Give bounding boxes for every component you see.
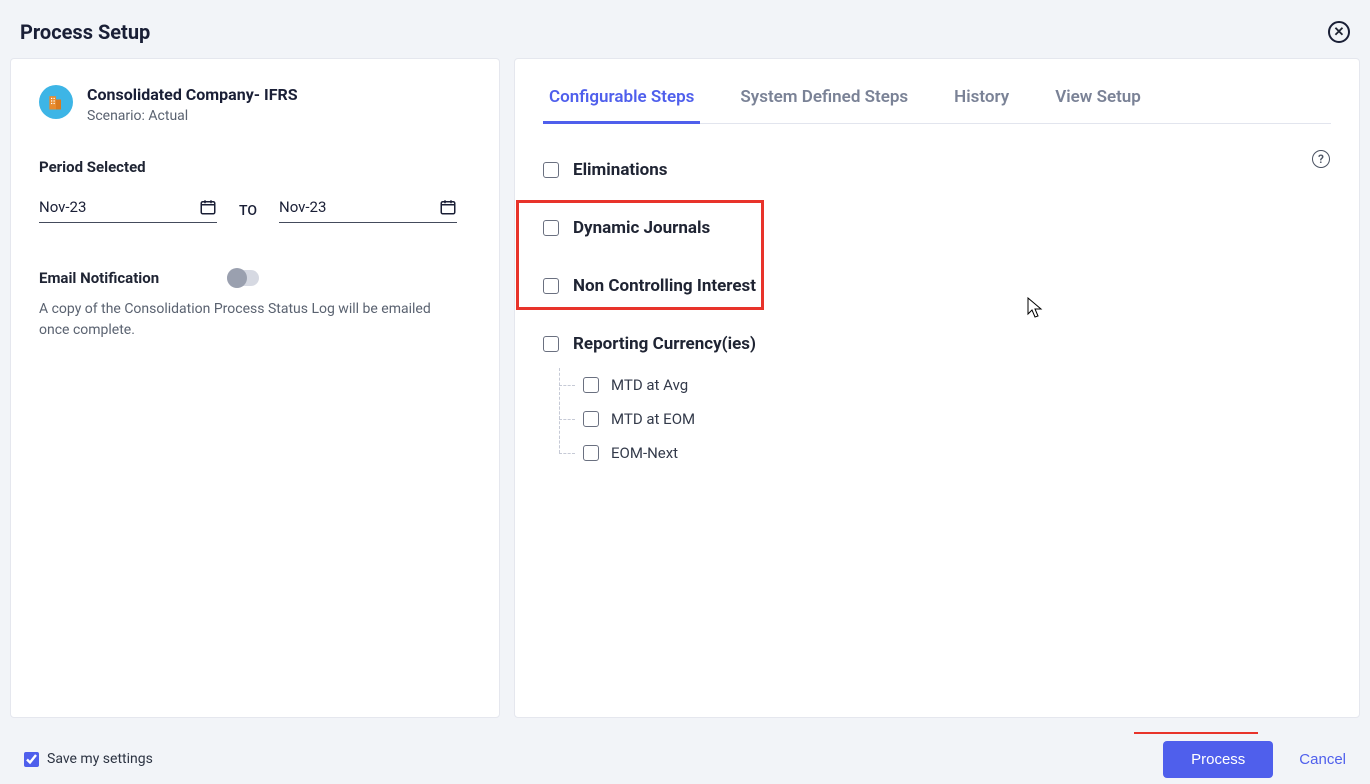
configurable-steps-list: Eliminations Dynamic Journals Non Contro…: [543, 150, 1331, 470]
checkbox-mtd-eom[interactable]: [583, 411, 599, 427]
close-button[interactable]: ✕: [1328, 21, 1350, 43]
step-reporting-currencies: Reporting Currency(ies): [543, 324, 1331, 364]
email-notification-desc: A copy of the Consolidation Process Stat…: [39, 299, 459, 341]
substep-mtd-eom: MTD at EOM: [543, 402, 1331, 436]
period-from-field[interactable]: Nov-23: [39, 198, 217, 223]
save-settings-row[interactable]: Save my settings: [24, 751, 153, 767]
calendar-icon: [199, 198, 217, 216]
company-name: Consolidated Company- IFRS: [87, 85, 298, 104]
step-label: Dynamic Journals: [573, 218, 710, 238]
tab-history[interactable]: History: [948, 81, 1015, 124]
cancel-button[interactable]: Cancel: [1299, 751, 1346, 768]
step-label: Reporting Currency(ies): [573, 334, 756, 354]
email-notification-toggle[interactable]: [227, 270, 259, 286]
period-label: Period Selected: [39, 158, 471, 176]
substep-label: MTD at EOM: [611, 410, 695, 428]
process-button[interactable]: Process: [1163, 741, 1273, 778]
save-settings-label: Save my settings: [47, 751, 153, 767]
step-nci: Non Controlling Interest: [543, 266, 1331, 306]
company-icon: [39, 85, 73, 119]
save-settings-checkbox[interactable]: [24, 752, 39, 767]
close-icon: ✕: [1334, 26, 1345, 39]
tab-configurable-steps[interactable]: Configurable Steps: [543, 81, 700, 124]
substep-label: EOM-Next: [611, 444, 678, 462]
period-to-field[interactable]: Nov-23: [279, 198, 457, 223]
step-label: Eliminations: [573, 160, 668, 180]
step-dynamic-journals: Dynamic Journals: [543, 208, 1331, 248]
checkbox-eom-next[interactable]: [583, 445, 599, 461]
step-eliminations: Eliminations: [543, 150, 1331, 190]
checkbox-reporting-currencies[interactable]: [543, 336, 559, 352]
tabs: Configurable Steps System Defined Steps …: [543, 71, 1331, 124]
tab-view-setup[interactable]: View Setup: [1049, 81, 1147, 124]
help-icon[interactable]: ?: [1312, 150, 1330, 168]
calendar-icon: [439, 198, 457, 216]
checkbox-mtd-avg[interactable]: [583, 377, 599, 393]
step-label: Non Controlling Interest: [573, 276, 756, 296]
checkbox-eliminations[interactable]: [543, 162, 559, 178]
checkbox-nci[interactable]: [543, 278, 559, 294]
checkbox-dynamic-journals[interactable]: [543, 220, 559, 236]
page-title: Process Setup: [20, 20, 150, 44]
substep-eom-next: EOM-Next: [543, 436, 1331, 470]
period-from-value: Nov-23: [39, 198, 86, 216]
company-scenario: Scenario: Actual: [87, 108, 298, 124]
period-to-value: Nov-23: [279, 198, 326, 216]
substep-label: MTD at Avg: [611, 376, 688, 394]
email-notification-label: Email Notification: [39, 269, 159, 287]
period-to-label: TO: [239, 203, 257, 219]
tab-system-defined-steps[interactable]: System Defined Steps: [734, 81, 914, 124]
substep-mtd-avg: MTD at Avg: [543, 368, 1331, 402]
right-panel: Configurable Steps System Defined Steps …: [514, 58, 1360, 718]
left-panel: Consolidated Company- IFRS Scenario: Act…: [10, 58, 500, 718]
